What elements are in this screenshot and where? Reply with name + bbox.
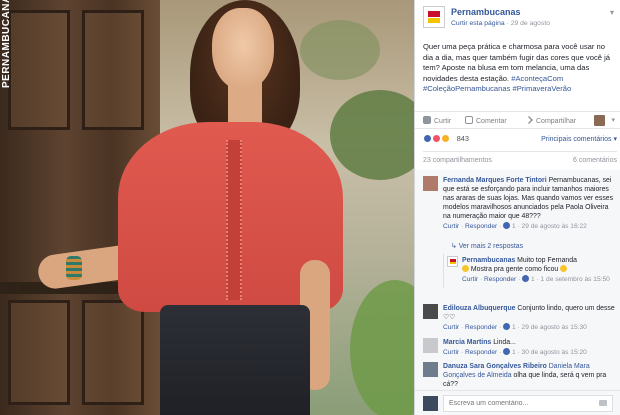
model-jeans bbox=[160, 305, 310, 415]
like-reaction-icon[interactable] bbox=[423, 134, 432, 144]
like-page-link[interactable]: Curtir esta página bbox=[451, 20, 505, 27]
page-logo-icon[interactable] bbox=[423, 6, 445, 28]
reply-author[interactable]: Pernambucanas bbox=[462, 257, 515, 264]
post-text: Quer uma peça prática e charmosa para vo… bbox=[423, 42, 617, 95]
reaction-count[interactable]: 843 bbox=[457, 134, 469, 143]
comment-date[interactable]: 29 de agosto às 16:22 bbox=[522, 223, 587, 230]
comment-like-link[interactable]: Curtir bbox=[443, 223, 459, 230]
post-photo[interactable]: PERNAMBUCANAS bbox=[0, 0, 414, 415]
model-face bbox=[212, 8, 274, 90]
page-subline: Curtir esta página · 29 de agosto bbox=[451, 20, 550, 27]
reactions-row: 843 Principais comentários ▾ bbox=[423, 134, 617, 146]
comment-body: Danuza Sara Gonçalves Ribeiro Daniela Ma… bbox=[443, 362, 615, 389]
photo-foliage bbox=[300, 20, 380, 80]
comment-author[interactable]: Danuza Sara Gonçalves Ribeiro bbox=[443, 363, 547, 370]
divider bbox=[423, 151, 617, 152]
hearts-emoji-icon: ♡♡ bbox=[443, 314, 456, 321]
caret-down-icon[interactable]: ▾ bbox=[611, 116, 615, 124]
shares-count[interactable]: 23 compartilhamentos bbox=[423, 157, 492, 164]
post-header: Pernambucanas Curtir esta página · 29 de… bbox=[423, 6, 614, 32]
like-button-label: Curtir bbox=[434, 118, 452, 125]
thumbs-up-icon bbox=[522, 275, 530, 282]
page-name-link[interactable]: Pernambucanas bbox=[451, 7, 521, 17]
avatar[interactable] bbox=[423, 362, 438, 377]
share-button[interactable]: Compartilhar bbox=[525, 116, 576, 125]
reply-reply-link[interactable]: Responder bbox=[484, 276, 516, 283]
comment-body: Fernanda Marques Forte Tintori Pernambuc… bbox=[443, 176, 615, 231]
page-logo-icon[interactable] bbox=[447, 256, 458, 267]
avatar[interactable] bbox=[594, 115, 605, 126]
reply-meta: Curtir · Responder · 1 · 1 de setembro à… bbox=[462, 275, 610, 283]
comment-text: Conjunto lindo, quero um desse bbox=[517, 305, 615, 312]
brand-watermark: PERNAMBUCANAS bbox=[1, 0, 12, 88]
avatar[interactable] bbox=[423, 176, 438, 191]
post-date[interactable]: 29 de agosto bbox=[511, 20, 550, 27]
reply-text: Muito top Fernanda bbox=[517, 257, 577, 264]
comment-like-count[interactable]: 1 bbox=[512, 349, 516, 356]
shares-row: 23 compartilhamentos 6 comentários bbox=[423, 157, 617, 164]
comment-body: Marcia Martins Linda... Curtir · Respond… bbox=[443, 338, 615, 357]
comment-reply-link[interactable]: Responder bbox=[465, 223, 497, 230]
comments-list: Fernanda Marques Forte Tintori Pernambuc… bbox=[415, 170, 620, 390]
avatar[interactable] bbox=[423, 396, 438, 411]
comment-text: Linda... bbox=[493, 339, 516, 346]
view-more-replies-label: Ver mais 2 respostas bbox=[458, 243, 524, 250]
door-panel bbox=[82, 10, 144, 130]
like-button[interactable]: Curtir bbox=[423, 116, 451, 125]
thumbs-up-icon bbox=[503, 222, 511, 229]
comment-date[interactable]: 29 de agosto às 15:30 bbox=[522, 324, 587, 331]
door-panel bbox=[8, 300, 70, 405]
post-sidebar: Pernambucanas Curtir esta página · 29 de… bbox=[414, 0, 620, 415]
avatar[interactable] bbox=[423, 338, 438, 353]
comment-like-count[interactable]: 1 bbox=[512, 223, 516, 230]
avatar[interactable] bbox=[423, 304, 438, 319]
comment-input[interactable] bbox=[443, 395, 613, 412]
comment-meta: Curtir · Responder · 1 · 30 de agosto às… bbox=[443, 348, 587, 356]
comment-author[interactable]: Edilouza Albuquerque bbox=[443, 305, 515, 312]
blouse-lace-trim bbox=[226, 140, 242, 300]
comment-like-count[interactable]: 1 bbox=[512, 324, 516, 331]
comment-author[interactable]: Fernanda Marques Forte Tintori bbox=[443, 177, 547, 184]
comment-body: Edilouza Albuquerque Conjunto lindo, que… bbox=[443, 304, 615, 332]
comments-count[interactable]: 6 comentários bbox=[573, 157, 617, 164]
reply-like-link[interactable]: Curtir bbox=[462, 276, 478, 283]
reply-date[interactable]: 1 de setembro às 15:50 bbox=[541, 276, 610, 283]
reply-like-count[interactable]: 1 bbox=[531, 276, 535, 283]
reply-thread-line bbox=[443, 254, 444, 288]
comment-meta: Curtir · Responder · 1 · 29 de agosto às… bbox=[443, 222, 587, 230]
comment-author[interactable]: Marcia Martins bbox=[443, 339, 491, 346]
comment-icon bbox=[465, 116, 473, 124]
thumbs-up-icon bbox=[423, 116, 431, 124]
wow-reaction-icon[interactable] bbox=[441, 134, 451, 144]
comment-button[interactable]: Comentar bbox=[465, 116, 507, 125]
view-more-replies-link[interactable]: ↳ Ver mais 2 respostas bbox=[451, 242, 523, 250]
camera-icon[interactable] bbox=[599, 400, 607, 406]
smile-emoji-icon bbox=[560, 265, 568, 272]
comment-date[interactable]: 30 de agosto às 15:20 bbox=[522, 349, 587, 356]
love-reaction-icon[interactable] bbox=[432, 134, 442, 144]
comment-reply-link[interactable]: Responder bbox=[465, 324, 497, 331]
comment-like-link[interactable]: Curtir bbox=[443, 349, 459, 356]
top-comments-label: Principais comentários bbox=[541, 136, 612, 143]
reply-arrow-icon: ↳ bbox=[451, 243, 459, 250]
share-icon bbox=[525, 116, 533, 124]
top-comments-dropdown[interactable]: Principais comentários ▾ bbox=[541, 135, 617, 143]
thumbs-up-icon bbox=[503, 323, 511, 330]
comment-button-label: Comentar bbox=[476, 118, 507, 125]
reply-text-2: Mostra pra gente como ficou bbox=[470, 266, 559, 273]
comment-reply-link[interactable]: Responder bbox=[465, 349, 497, 356]
thumbs-up-icon bbox=[503, 348, 511, 355]
door-panel bbox=[8, 10, 70, 130]
write-comment-box bbox=[415, 390, 620, 415]
bracelet bbox=[66, 256, 82, 280]
comment-meta: Curtir · Responder · 1 · 29 de agosto às… bbox=[443, 323, 587, 331]
door-panel bbox=[82, 300, 144, 405]
reply-body: Pernambucanas Muito top Fernanda Mostra … bbox=[462, 256, 615, 284]
smile-emoji-icon bbox=[462, 265, 469, 272]
chevron-down-icon[interactable]: ▾ bbox=[610, 8, 614, 17]
comment-like-link[interactable]: Curtir bbox=[443, 324, 459, 331]
share-button-label: Compartilhar bbox=[536, 118, 577, 125]
post-action-bar: Curtir Comentar Compartilhar ▾ bbox=[415, 111, 620, 129]
